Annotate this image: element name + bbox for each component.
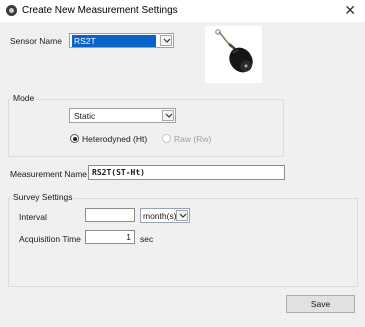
heterodyned-radio[interactable] <box>70 134 79 143</box>
raw-label: Raw (Rw) <box>174 134 212 144</box>
heterodyned-label: Heterodyned (Ht) <box>82 134 148 144</box>
chevron-down-icon[interactable] <box>160 35 172 46</box>
acquisition-time-unit: sec <box>140 234 154 244</box>
interval-unit-value: month(s) <box>143 211 177 221</box>
acquisition-time-input[interactable]: 1 <box>85 230 135 244</box>
sensor-name-value: RS2T <box>72 35 156 47</box>
measurement-name-value: RS2T(ST-Ht) <box>92 168 145 177</box>
chevron-down-icon[interactable] <box>176 210 188 221</box>
acquisition-time-label: Acquisition Time <box>19 234 81 244</box>
chevron-down-icon[interactable] <box>162 110 174 121</box>
dialog-body: Sensor Name RS2T Mode Static Heterodyned… <box>0 22 365 327</box>
measurement-name-input[interactable]: RS2T(ST-Ht) <box>88 165 285 180</box>
app-logo-icon <box>6 5 17 16</box>
save-button[interactable]: Save <box>286 295 355 313</box>
sensor-name-dropdown[interactable]: RS2T <box>69 33 174 48</box>
mode-dropdown[interactable]: Static <box>69 108 176 123</box>
survey-settings-label: Survey Settings <box>11 192 75 202</box>
interval-input[interactable] <box>85 208 135 222</box>
sensor-image <box>205 26 262 83</box>
measurement-name-label: Measurement Name <box>10 169 88 179</box>
window-title: Create New Measurement Settings <box>22 5 178 16</box>
title-bar: Create New Measurement Settings ✕ <box>0 0 365 22</box>
close-button[interactable]: ✕ <box>344 2 356 19</box>
acquisition-time-value: 1 <box>126 232 131 242</box>
interval-label: Interval <box>19 212 47 222</box>
sensor-name-label: Sensor Name <box>10 36 62 46</box>
raw-radio[interactable] <box>162 134 171 143</box>
interval-unit-dropdown[interactable]: month(s) <box>140 208 190 223</box>
mode-value: Static <box>74 111 96 121</box>
sensor-device-icon <box>215 29 253 73</box>
mode-group-label: Mode <box>11 93 37 103</box>
